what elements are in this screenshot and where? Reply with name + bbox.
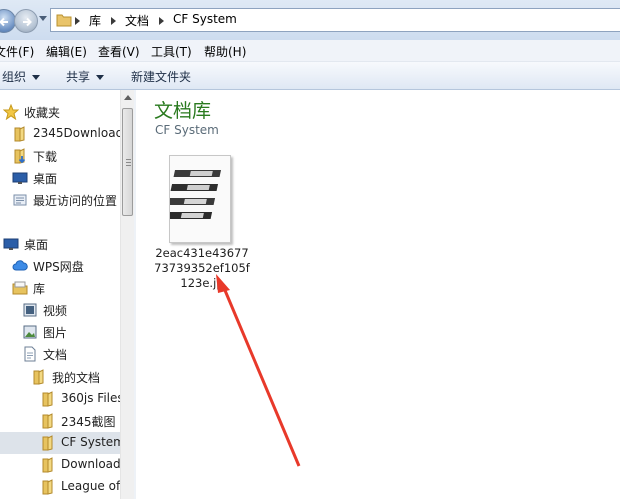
sidebar-item-label: 我的文档	[52, 371, 101, 385]
sidebar-item-label: CF System	[61, 435, 120, 449]
sidebar-item-label: 桌面	[33, 172, 58, 186]
sidebar-item-videos[interactable]: 视频	[0, 299, 120, 321]
sidebar-item-label: 图片	[43, 326, 68, 340]
sidebar-item-label: 下载	[33, 150, 58, 164]
breadcrumb-library[interactable]: 库	[89, 12, 101, 29]
forward-arrow-icon	[23, 17, 32, 27]
sidebar-item-label: 最近访问的位置	[33, 194, 118, 208]
sidebar-item-library[interactable]: 库	[0, 277, 120, 299]
sidebar-item-label: 2345截图	[61, 415, 116, 429]
sidebar-item-download[interactable]: Download	[0, 454, 120, 476]
desktop-icon	[12, 172, 28, 184]
sidebar-item-label: 视频	[43, 304, 68, 318]
file-name[interactable]: 2eac431e43677 73739352ef105f 123e.jp	[154, 246, 250, 291]
sidebar-item-label: 桌面	[24, 238, 49, 252]
folder-icon	[42, 479, 53, 495]
back-arrow-icon	[0, 17, 8, 27]
folder-icon	[56, 14, 72, 27]
menu-bar: 文件(F) 编辑(E) 查看(V) 工具(T) 帮助(H)	[0, 40, 620, 62]
sidebar-item-360js-files[interactable]: 360js Files	[0, 388, 120, 410]
sidebar-item-documents[interactable]: 文档	[0, 343, 120, 365]
sidebar-item-recent-places[interactable]: 最近访问的位置	[0, 189, 120, 211]
sidebar-item-2345-screenshots[interactable]: 2345截图	[0, 410, 120, 432]
sidebar-item-label: 文档	[43, 348, 68, 362]
star-icon	[3, 104, 19, 120]
thumbnail-preview-icon	[164, 170, 222, 219]
sidebar-item-label: 收藏夹	[24, 106, 61, 120]
menu-help[interactable]: 帮助(H)	[204, 43, 246, 60]
folder-icon	[42, 457, 53, 473]
breadcrumb-separator-icon[interactable]	[111, 17, 116, 25]
sidebar-item-desktop[interactable]: 桌面	[0, 233, 120, 255]
sidebar-item-cf-system[interactable]: CF System	[0, 432, 120, 454]
folder-icon	[33, 369, 44, 385]
sidebar-item-downloads[interactable]: 下载	[0, 145, 120, 167]
picture-library-icon	[23, 325, 37, 339]
grip-line	[126, 165, 131, 166]
folder-icon	[42, 435, 53, 451]
sidebar-item-league-of[interactable]: League of	[0, 476, 120, 498]
menu-file[interactable]: 文件(F)	[0, 43, 34, 60]
share-button[interactable]: 共享	[66, 68, 105, 85]
sidebar-item-wps[interactable]: WPS网盘	[0, 255, 120, 277]
document-library-icon	[24, 346, 36, 362]
sidebar-item-label: 2345Downloads	[33, 126, 120, 140]
sidebar-item-label: WPS网盘	[33, 260, 84, 274]
share-label: 共享	[66, 70, 91, 84]
folder-icon	[42, 391, 53, 407]
file-item[interactable]: 2eac431e43677 73739352ef105f 123e.jp	[154, 150, 252, 300]
command-bar: 组织 共享 新建文件夹	[0, 62, 620, 90]
sidebar-item-pictures[interactable]: 图片	[0, 321, 120, 343]
grip-line	[126, 162, 131, 163]
breadcrumb-separator-icon[interactable]	[159, 17, 164, 25]
sidebar-item-my-documents[interactable]: 我的文档	[0, 366, 120, 388]
breadcrumb-documents[interactable]: 文档	[125, 12, 149, 29]
forward-button[interactable]	[14, 9, 38, 33]
folder-icon	[42, 413, 53, 429]
breadcrumb-cf-system[interactable]: CF System	[173, 12, 237, 26]
address-bar[interactable]: 库 文档 CF System	[50, 8, 620, 32]
video-library-icon	[23, 303, 37, 317]
sidebar-item-label: League of	[61, 479, 120, 493]
content-pane: 文档库 CF System 2eac431e43677 73739352ef10…	[136, 90, 620, 499]
recent-pages-dropdown[interactable]	[39, 16, 47, 21]
organize-label: 组织	[2, 70, 27, 84]
grip-line	[126, 159, 131, 160]
organize-button[interactable]: 组织	[2, 68, 41, 85]
nav-scrollbar[interactable]	[120, 90, 134, 499]
scroll-up-arrow-icon[interactable]	[124, 95, 132, 100]
folder-icon	[14, 126, 25, 142]
chevron-down-icon	[96, 75, 105, 80]
cloud-icon	[12, 260, 28, 271]
menu-edit[interactable]: 编辑(E)	[46, 43, 87, 60]
downloads-folder-icon	[14, 148, 26, 164]
sidebar-item-label: 库	[33, 282, 46, 296]
sidebar-item-2345downloads[interactable]: 2345Downloads	[0, 123, 120, 145]
new-folder-button[interactable]: 新建文件夹	[131, 68, 191, 85]
address-row: 库 文档 CF System	[0, 0, 620, 40]
desktop-icon	[3, 238, 19, 250]
sidebar-item-label: Download	[61, 457, 120, 471]
scroll-thumb[interactable]	[122, 108, 133, 216]
breadcrumb-separator-icon[interactable]	[75, 17, 80, 25]
menu-tools[interactable]: 工具(T)	[151, 43, 192, 60]
image-thumbnail	[164, 155, 231, 243]
sidebar-item-favorites[interactable]: 收藏夹	[0, 101, 120, 123]
library-icon	[12, 281, 28, 295]
chevron-down-icon	[32, 75, 41, 80]
sidebar-item-label: 360js Files	[61, 391, 120, 405]
library-title: 文档库	[154, 100, 212, 122]
menu-view[interactable]: 查看(V)	[98, 43, 140, 60]
library-subtitle: CF System	[155, 123, 219, 137]
recent-places-icon	[13, 194, 27, 206]
navigation-pane: 收藏夹 2345Downloads 下载 桌面 最近访问的位置 桌面 WPS网盘…	[0, 90, 120, 499]
sidebar-item-desktop-fav[interactable]: 桌面	[0, 167, 120, 189]
